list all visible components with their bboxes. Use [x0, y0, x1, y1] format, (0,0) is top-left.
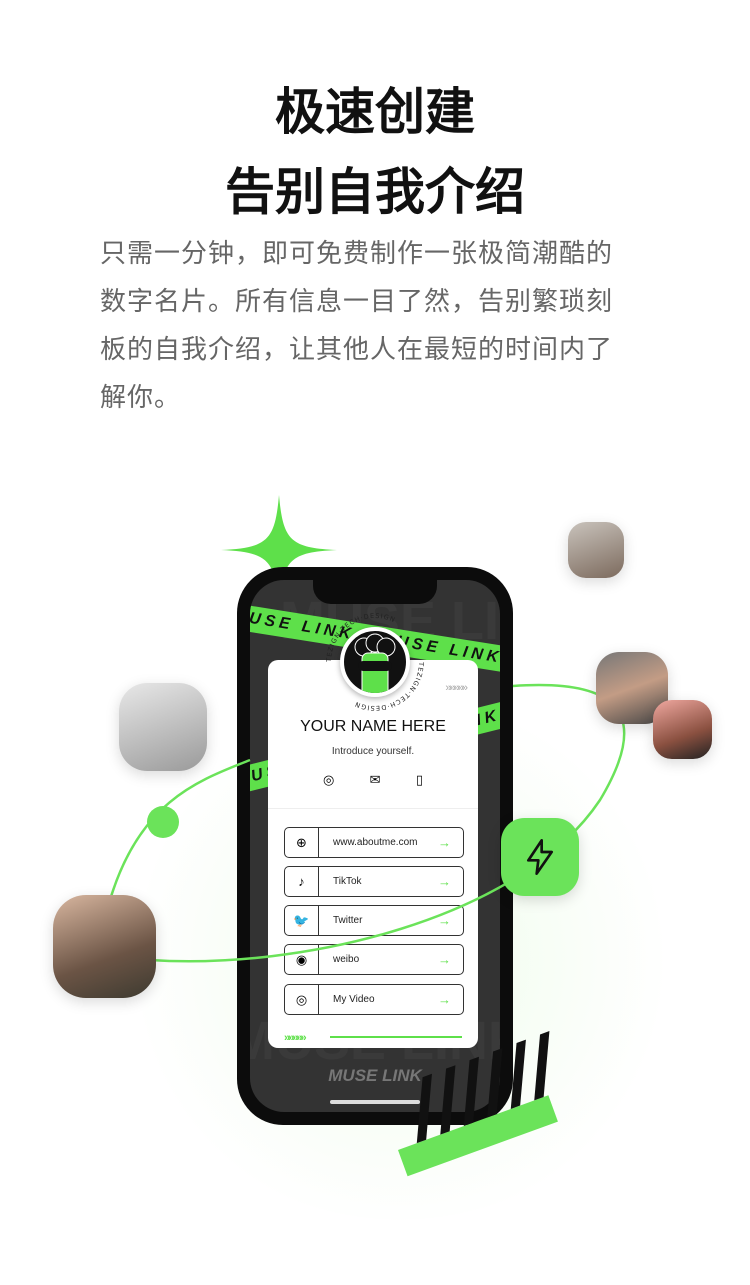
divider-line	[330, 1036, 462, 1038]
arrow-icon: →	[438, 992, 451, 1007]
phone-icon[interactable]: ▯	[416, 772, 423, 788]
chevrons-decoration: »»»»»	[284, 1032, 307, 1044]
arrow-icon: →	[438, 835, 451, 850]
link-row-tiktok[interactable]: ♪ TikTok →	[284, 866, 464, 897]
user-photo[interactable]	[53, 895, 156, 998]
arrow-icon: →	[438, 913, 451, 928]
arrow-icon: →	[438, 952, 451, 967]
avatar[interactable]	[340, 627, 410, 697]
user-photo[interactable]	[119, 683, 207, 771]
link-row-video[interactable]: ◎ My Video →	[284, 984, 464, 1015]
link-row-website[interactable]: ⊕ www.aboutme.com →	[284, 827, 464, 858]
weibo-icon: ◉	[285, 945, 319, 974]
divider	[268, 808, 478, 809]
wechat-icon[interactable]: ◎	[323, 772, 334, 788]
link-row-weibo[interactable]: ◉ weibo →	[284, 944, 464, 975]
home-indicator	[330, 1100, 420, 1104]
card-intro: Introduce yourself.	[331, 746, 415, 757]
chevrons-decoration: »»»»»	[445, 682, 468, 694]
video-icon: ◎	[285, 985, 319, 1014]
card-name: YOUR NAME HERE	[300, 718, 446, 735]
tiktok-icon: ♪	[285, 867, 319, 896]
globe-icon: ⊕	[285, 828, 319, 857]
arrow-icon: →	[438, 874, 451, 889]
phone-notch	[313, 578, 437, 604]
contact-icons: ◎ ✉ ▯	[323, 772, 423, 788]
mail-icon[interactable]: ✉	[370, 772, 381, 788]
twitter-icon: 🐦	[285, 906, 319, 935]
link-row-twitter[interactable]: 🐦 Twitter →	[284, 905, 464, 936]
brand-logo: MUSE LINK	[328, 1066, 422, 1085]
user-photo[interactable]	[568, 522, 624, 578]
user-photo[interactable]	[653, 700, 712, 759]
lightning-icon	[527, 839, 553, 875]
lightning-badge	[501, 818, 579, 896]
